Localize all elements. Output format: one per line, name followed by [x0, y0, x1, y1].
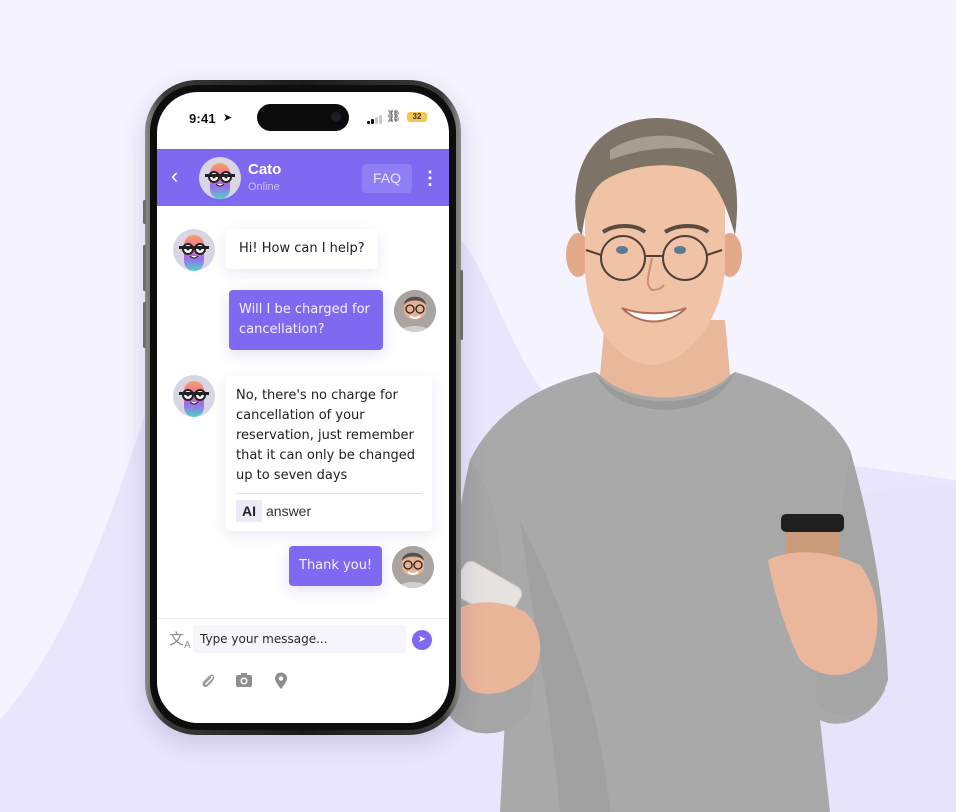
- battery-indicator: 32: [407, 112, 427, 122]
- ai-badge: AI: [236, 500, 262, 522]
- message-text-line: cancellation of your: [236, 408, 365, 423]
- front-camera: [331, 112, 341, 122]
- message-text-line: up to seven days: [236, 468, 348, 483]
- message-bubble-user: Will I be charged for cancellation?: [229, 290, 383, 350]
- message-text-line: No, there's no charge for: [236, 388, 398, 403]
- message-text: Hi! How can I help?: [239, 241, 365, 256]
- bot-mascot-icon: [205, 163, 235, 199]
- paperclip-icon[interactable]: [200, 672, 216, 695]
- background-wave-right: [820, 486, 956, 812]
- composer-divider: [157, 618, 449, 619]
- dynamic-island: [257, 104, 349, 131]
- status-bar: 9:41 ➤ ⛓ 32: [157, 92, 449, 148]
- faq-button[interactable]: FAQ: [362, 164, 412, 193]
- phone-volume-down: [143, 302, 146, 348]
- status-time: 9:41: [189, 111, 216, 126]
- message-input[interactable]: [193, 625, 406, 653]
- link-icon: ⛓: [386, 109, 402, 123]
- user-photo-icon: [394, 290, 436, 332]
- user-photo-icon: [392, 546, 434, 588]
- message-text: Thank you!: [299, 558, 373, 573]
- user-avatar: [394, 290, 436, 332]
- message-text-line: that it can only be changed: [236, 448, 415, 463]
- phone-mute-switch: [143, 200, 146, 224]
- bot-status: Online: [248, 181, 280, 193]
- ai-answer-text: answer: [266, 503, 312, 519]
- location-arrow-icon: ➤: [223, 112, 233, 124]
- ai-answer-label: AI answer: [236, 500, 422, 523]
- bubble-divider: [236, 493, 422, 494]
- send-icon[interactable]: ➤: [412, 630, 432, 650]
- message-text-line: reservation, just remember: [236, 428, 414, 443]
- message-text-line: cancellation?: [239, 322, 325, 337]
- translate-icon[interactable]: 文A: [169, 628, 191, 651]
- bot-mascot-icon: [179, 235, 209, 271]
- message-bubble-bot: Hi! How can I help?: [226, 229, 378, 269]
- phone-power-button: [460, 270, 463, 340]
- background-wave-left: [0, 201, 956, 812]
- chat-header: ‹ Cato Online FAQ ⋮: [157, 149, 449, 206]
- background-waves: [0, 201, 956, 812]
- bot-avatar: [173, 375, 215, 417]
- message-bubble-user: Thank you!: [289, 546, 383, 586]
- user-avatar: [392, 546, 434, 588]
- signal-bars-icon: [367, 115, 382, 124]
- phone-mockup: 9:41 ➤ ⛓ 32 ‹ Cato Online FAQ ⋮ Hi! How …: [143, 80, 463, 735]
- message-text-line: Will I be charged for: [239, 302, 370, 317]
- phone-volume-up: [143, 245, 146, 291]
- kebab-menu-icon[interactable]: ⋮: [421, 164, 439, 192]
- bot-name: Cato: [248, 161, 282, 178]
- map-pin-icon[interactable]: [274, 672, 288, 695]
- message-bubble-bot: No, there's no charge for cancellation o…: [226, 376, 432, 531]
- camera-icon[interactable]: [235, 672, 253, 693]
- bot-mascot-icon: [179, 381, 209, 417]
- bot-avatar: [173, 229, 215, 271]
- bot-avatar: [199, 157, 241, 199]
- phone-screen: 9:41 ➤ ⛓ 32 ‹ Cato Online FAQ ⋮ Hi! How …: [157, 92, 449, 723]
- chevron-left-icon[interactable]: ‹: [171, 164, 178, 188]
